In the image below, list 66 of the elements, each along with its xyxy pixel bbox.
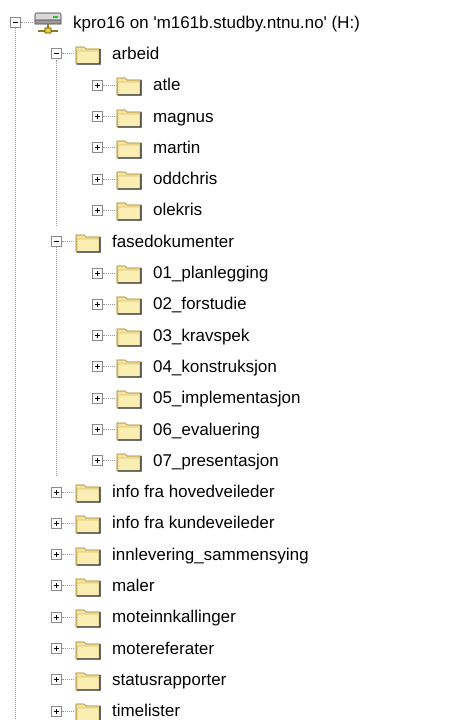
expand-toggle[interactable] xyxy=(92,268,103,279)
plus-icon xyxy=(93,268,102,278)
plus-icon xyxy=(52,550,61,560)
plus-icon xyxy=(93,143,102,152)
expand-toggle[interactable] xyxy=(92,174,103,185)
expand-toggle[interactable] xyxy=(92,80,103,91)
plus-icon xyxy=(93,362,102,372)
expand-toggle[interactable] xyxy=(10,17,21,28)
expand-toggle[interactable] xyxy=(51,674,62,686)
plus-icon xyxy=(93,300,102,309)
folder-name[interactable]: 04_konstruksjon xyxy=(151,356,279,377)
plus-icon xyxy=(93,112,102,122)
folder-name[interactable]: atle xyxy=(151,75,182,96)
folder-name[interactable]: 03_kravspek xyxy=(151,326,252,346)
expand-toggle[interactable] xyxy=(51,236,62,248)
plus-icon xyxy=(52,644,61,654)
plus-icon xyxy=(93,80,102,90)
folder-name[interactable]: moteinnkallinger xyxy=(110,607,238,628)
plus-icon xyxy=(52,612,61,622)
folder-name[interactable]: 05_implementasjon xyxy=(151,388,302,408)
plus-icon xyxy=(93,394,102,403)
expand-toggle[interactable] xyxy=(92,330,103,342)
expand-toggle[interactable] xyxy=(92,142,103,154)
drive-name[interactable]: kpro16 on 'm161b.studby.ntnu.no' (H:) xyxy=(71,12,362,33)
plus-icon xyxy=(93,456,102,466)
folder-name[interactable]: arbeid xyxy=(110,44,162,64)
folder-name[interactable]: 02_forstudie xyxy=(151,294,249,314)
folder-name[interactable]: motereferater xyxy=(110,638,216,659)
plus-icon xyxy=(52,518,61,528)
expand-toggle[interactable] xyxy=(92,424,103,435)
expand-toggle[interactable] xyxy=(92,298,103,310)
plus-icon xyxy=(52,581,61,590)
folder-name[interactable]: magnus xyxy=(151,106,216,127)
folder-name[interactable]: innlevering_sammensying xyxy=(110,544,311,565)
expand-toggle[interactable] xyxy=(51,549,62,560)
expand-toggle[interactable] xyxy=(51,48,62,60)
plus-icon xyxy=(93,206,102,215)
expand-toggle[interactable] xyxy=(51,612,62,623)
expand-toggle[interactable] xyxy=(51,518,62,529)
expand-toggle[interactable] xyxy=(92,361,103,372)
expand-toggle[interactable] xyxy=(51,643,62,654)
plus-icon xyxy=(52,488,61,497)
folder-name[interactable]: timelister xyxy=(110,701,182,720)
folder-name[interactable]: oddchris xyxy=(151,169,220,190)
plus-icon xyxy=(52,706,61,716)
folder-name[interactable]: 01_planlegging xyxy=(151,263,270,284)
expand-toggle[interactable] xyxy=(51,486,62,498)
folder-name[interactable]: olekris xyxy=(151,200,204,220)
folder-name[interactable]: 06_evaluering xyxy=(151,420,262,440)
folder-name[interactable]: info fra hovedveileder xyxy=(110,482,277,502)
folder-name[interactable]: maler xyxy=(110,576,157,596)
plus-icon xyxy=(93,425,102,434)
folder-name[interactable]: 07_presentasjon xyxy=(151,450,281,471)
plus-icon xyxy=(93,331,102,340)
folder-name[interactable]: statusrapporter xyxy=(110,670,228,690)
plus-icon xyxy=(52,675,61,684)
expand-toggle[interactable] xyxy=(51,580,62,592)
expand-toggle[interactable] xyxy=(92,204,103,216)
expand-toggle[interactable] xyxy=(92,455,103,466)
folder-name[interactable]: fasedokumenter xyxy=(110,232,236,252)
expand-toggle[interactable] xyxy=(92,392,103,404)
expand-toggle[interactable] xyxy=(51,706,62,717)
folder-name[interactable]: martin xyxy=(151,138,202,158)
plus-icon xyxy=(93,174,102,184)
folder-name[interactable]: info fra kundeveileder xyxy=(110,513,277,534)
expand-toggle[interactable] xyxy=(92,111,103,122)
